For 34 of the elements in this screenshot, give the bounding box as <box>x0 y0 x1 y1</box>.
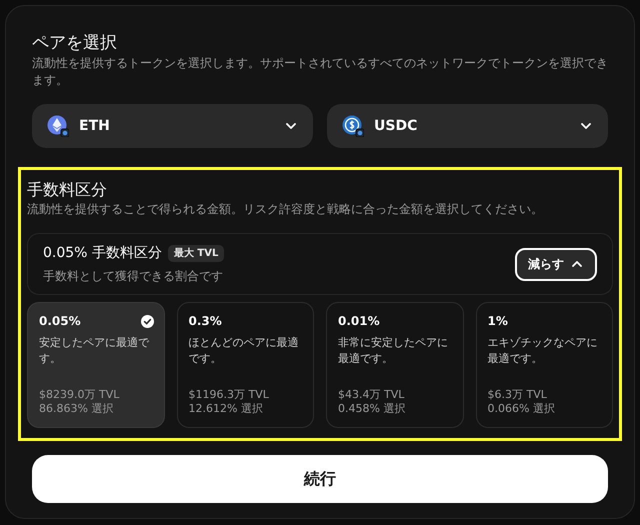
fee-tier-description: 非常に安定したペアに最適です。 <box>338 335 449 367</box>
fee-tier-card[interactable]: 0.05% 安定したペアに最適です。 $8239.0万 TVL 86.863% 選択 <box>27 302 164 428</box>
fee-tier-description: 安定したペアに最適です。 <box>39 335 150 367</box>
fee-tier-tvl: $1196.3万 TVL <box>188 388 270 402</box>
fee-tier-tvl: $8239.0万 TVL <box>39 388 120 402</box>
fee-tier-share: 0.066% 選択 <box>488 402 556 416</box>
section-title: ペアを選択 <box>32 32 118 54</box>
fee-tier-description: ほとんどのペアに最適です。 <box>188 335 300 367</box>
usd-coin-token-icon <box>342 115 364 137</box>
fee-tier-rate: 0.05% <box>39 313 81 329</box>
fee-summary-subtitle: 手数料として獲得できる割合です <box>43 268 224 285</box>
fee-tier-rate: 0.01% <box>338 313 380 329</box>
section-description: 流動性を提供することで得られる金額。リスク許容度と戦略に合った金額を選択してください。 <box>27 201 544 218</box>
fee-tier-tvl: $43.4万 TVL <box>338 388 406 402</box>
section-title: 手数料区分 <box>27 180 108 200</box>
collapse-button[interactable]: 減らす <box>515 248 597 280</box>
fee-tier-description: エキゾチックなペアに最適です。 <box>488 335 598 367</box>
continue-button[interactable]: 続行 <box>32 455 608 503</box>
fee-tier-card[interactable]: 0.3% ほとんどのペアに最適です。 $1196.3万 TVL 12.612% 選択 <box>176 302 314 428</box>
fee-summary-title: 0.05% 手数料区分 <box>43 244 162 263</box>
ethereum-token-icon <box>47 115 69 137</box>
section-description: 流動性を提供するトークンを選択します。サポートされているすべてのネットワークでトークンを選択できます。 <box>32 55 608 89</box>
fee-tier-share: 12.612% 選択 <box>188 402 264 416</box>
fee-tier-card[interactable]: 1% エキゾチックなペアに最適です。 $6.3万 TVL 0.066% 選択 <box>476 302 613 428</box>
check-circle-icon <box>140 315 154 328</box>
fee-tier-share: 0.458% 選択 <box>338 402 406 416</box>
fee-tier-rate: 0.3% <box>188 313 222 329</box>
token-select[interactable]: ETH <box>32 104 313 148</box>
fee-tier-tvl: $6.3万 TVL <box>488 388 548 402</box>
fee-tier-share: 86.863% 選択 <box>39 402 114 416</box>
fee-tier-rate: 1% <box>488 313 508 329</box>
token-select[interactable]: USDC <box>327 104 608 148</box>
fee-tier-card[interactable]: 0.01% 非常に安定したペアに最適です。 $43.4万 TVL 0.458% 選択 <box>326 302 464 428</box>
max-tvl-badge: 最大 TVL <box>168 245 224 262</box>
